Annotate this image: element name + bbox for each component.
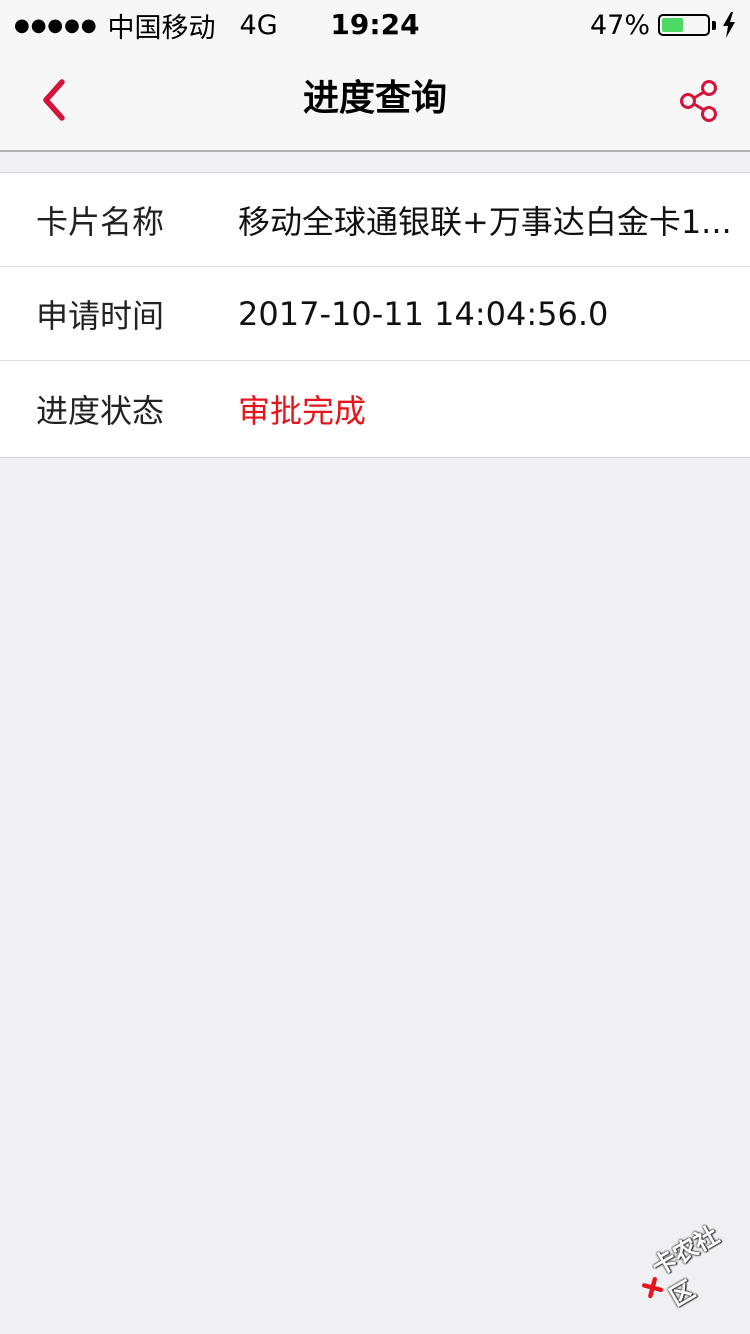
navigation-bar: 进度查询 — [0, 48, 750, 152]
progress-status-row: 进度状态 审批完成 — [0, 361, 750, 457]
card-name-row: 卡片名称 移动全球通银联+万事达白金卡1... — [0, 173, 750, 267]
status-bar: ●●●●● 中国移动 4G 19:24 47% — [0, 0, 750, 48]
share-button[interactable] — [674, 76, 724, 126]
card-name-value: 移动全球通银联+万事达白金卡1... — [238, 202, 732, 241]
progress-status-label: 进度状态 — [36, 392, 165, 430]
battery-fill — [662, 18, 683, 32]
chevron-left-icon — [43, 79, 65, 121]
page-title: 进度查询 — [302, 78, 447, 119]
apply-time-label: 申请时间 — [36, 296, 165, 335]
card-name-label: 卡片名称 — [36, 202, 165, 241]
progress-query-screen: ●●●●● 中国移动 4G 19:24 47% 进度查询 卡片名称 移动全球通银… — [0, 0, 750, 1334]
battery-icon — [658, 14, 710, 36]
share-icon — [680, 80, 717, 122]
apply-time-value: 2017-10-11 14:04:56.0 — [238, 294, 609, 333]
status-right: 47% — [590, 8, 736, 42]
apply-time-row: 申请时间 2017-10-11 14:04:56.0 — [0, 267, 750, 361]
application-info-list: 卡片名称 移动全球通银联+万事达白金卡1... 申请时间 2017-10-11 … — [0, 172, 750, 458]
battery-percent: 47% — [589, 9, 650, 41]
watermark: 卡农社区 — [625, 1205, 750, 1326]
bolt-icon — [723, 12, 735, 38]
battery-cap — [712, 20, 716, 30]
back-button[interactable] — [24, 70, 84, 130]
progress-status-value: 审批完成 — [238, 392, 367, 430]
watermark-text: 卡农社区 — [647, 1221, 724, 1312]
